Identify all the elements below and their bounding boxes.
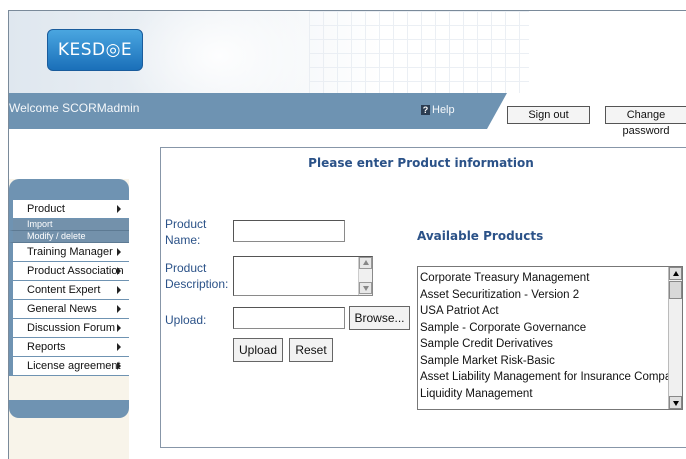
sidebar-item-label: Product Association: [27, 265, 124, 277]
chevron-right-icon: [117, 305, 121, 313]
upload-file-input[interactable]: [233, 307, 345, 329]
scroll-thumb[interactable]: [669, 281, 682, 299]
sidebar-item-label: Modify / delete: [27, 231, 86, 241]
product-form-panel: Please enter Product information Product…: [160, 147, 686, 448]
sidebar-item-label: General News: [27, 303, 97, 315]
scroll-down-icon[interactable]: [359, 282, 372, 294]
sidebar-item-license-agreement[interactable]: License agreement: [9, 357, 129, 376]
scroll-down-icon[interactable]: [669, 396, 682, 409]
list-item[interactable]: Sample - Corporate Governance: [420, 320, 668, 337]
sidebar-item-product[interactable]: Product: [9, 200, 129, 219]
list-item[interactable]: Liquidity Management: [420, 386, 668, 403]
reset-button[interactable]: Reset: [289, 338, 333, 362]
list-item[interactable]: Asset Liability Management for Insurance…: [420, 369, 668, 386]
top-bar: Welcome SCORMadmin ? Help Sign out Chang…: [9, 93, 686, 137]
menu-footer: [9, 400, 129, 418]
chevron-right-icon: [117, 343, 121, 351]
sidebar-subitem-modify-delete[interactable]: Modify / delete: [9, 231, 129, 243]
sidebar-item-label: Content Expert: [27, 284, 101, 296]
list-item[interactable]: Asset Securitization - Version 2: [420, 287, 668, 304]
list-item[interactable]: Sample Market Risk-Basic: [420, 353, 668, 370]
sidebar-item-reports[interactable]: Reports: [9, 338, 129, 357]
product-description-label-line1: Product: [165, 261, 207, 275]
sign-out-button[interactable]: Sign out: [507, 106, 590, 124]
app-frame: KESD◎E Welcome SCORMadmin ? Help Sign ou…: [8, 10, 686, 459]
chevron-right-icon: [117, 362, 121, 370]
sidebar-item-label: Training Manager: [27, 246, 113, 258]
sidebar-item-label: License agreement: [27, 360, 121, 372]
chevron-right-icon: [117, 267, 121, 275]
product-name-label-line2: Name:: [165, 233, 201, 247]
chevron-right-icon: [117, 248, 121, 256]
header-banner: KESD◎E: [9, 11, 686, 93]
upload-button[interactable]: Upload: [233, 338, 283, 362]
chevron-right-icon: [117, 205, 121, 213]
sidebar-item-label: Product: [27, 203, 65, 215]
sidebar-item-label: Discussion Forum: [27, 322, 116, 334]
list-item[interactable]: USA Patriot Act: [420, 303, 668, 320]
header-swoosh: [119, 11, 319, 93]
product-description-textarea[interactable]: [233, 256, 373, 296]
change-password-button[interactable]: Change password: [605, 106, 686, 137]
scroll-up-icon[interactable]: [359, 257, 372, 269]
upload-label: Upload:: [165, 313, 207, 327]
sidebar-item-label: Reports: [27, 341, 66, 353]
product-name-label: Product Name:: [165, 216, 206, 248]
sidebar-item-content-expert[interactable]: Content Expert: [9, 281, 129, 300]
list-item[interactable]: Sample Credit Derivatives: [420, 336, 668, 353]
available-products-list[interactable]: Corporate Treasury Management Asset Secu…: [417, 266, 683, 410]
sidebar-item-product-association[interactable]: Product Association: [9, 262, 129, 281]
sidebar-item-label: Import: [27, 219, 53, 229]
logo-text: KESD◎E: [57, 40, 133, 60]
sidebar-item-discussion-forum[interactable]: Discussion Forum: [9, 319, 129, 338]
description-scrollbar[interactable]: [358, 257, 372, 295]
browse-button[interactable]: Browse...: [349, 306, 410, 330]
sidebar-menu: Product Import Modify / delete Training …: [9, 200, 129, 376]
header-grid-pattern: [309, 11, 529, 93]
products-listbox: Corporate Treasury Management Asset Secu…: [418, 267, 668, 402]
list-item[interactable]: Corporate Treasury Management: [420, 270, 668, 287]
product-name-label-line1: Product: [165, 217, 207, 231]
scroll-up-icon[interactable]: [669, 267, 682, 280]
form-title: Please enter Product information: [308, 156, 534, 170]
sidebar-item-general-news[interactable]: General News: [9, 300, 129, 319]
product-description-label-line2: Description:: [165, 277, 229, 291]
chevron-right-icon: [117, 286, 121, 294]
menu-header: [9, 179, 129, 200]
available-products-title: Available Products: [417, 229, 544, 243]
sidebar-item-training-manager[interactable]: Training Manager: [9, 243, 129, 262]
sidebar-subitem-import[interactable]: Import: [9, 219, 129, 231]
help-link[interactable]: Help: [432, 104, 455, 116]
list-scrollbar[interactable]: [668, 267, 682, 409]
help-icon[interactable]: ?: [421, 105, 430, 115]
kesdee-logo[interactable]: KESD◎E: [47, 29, 143, 71]
sidebar: Product Import Modify / delete Training …: [9, 179, 129, 459]
chevron-right-icon: [117, 324, 121, 332]
product-name-input[interactable]: [233, 220, 345, 242]
welcome-text: Welcome SCORMadmin: [9, 101, 140, 115]
product-description-label: Product Description:: [165, 260, 228, 292]
